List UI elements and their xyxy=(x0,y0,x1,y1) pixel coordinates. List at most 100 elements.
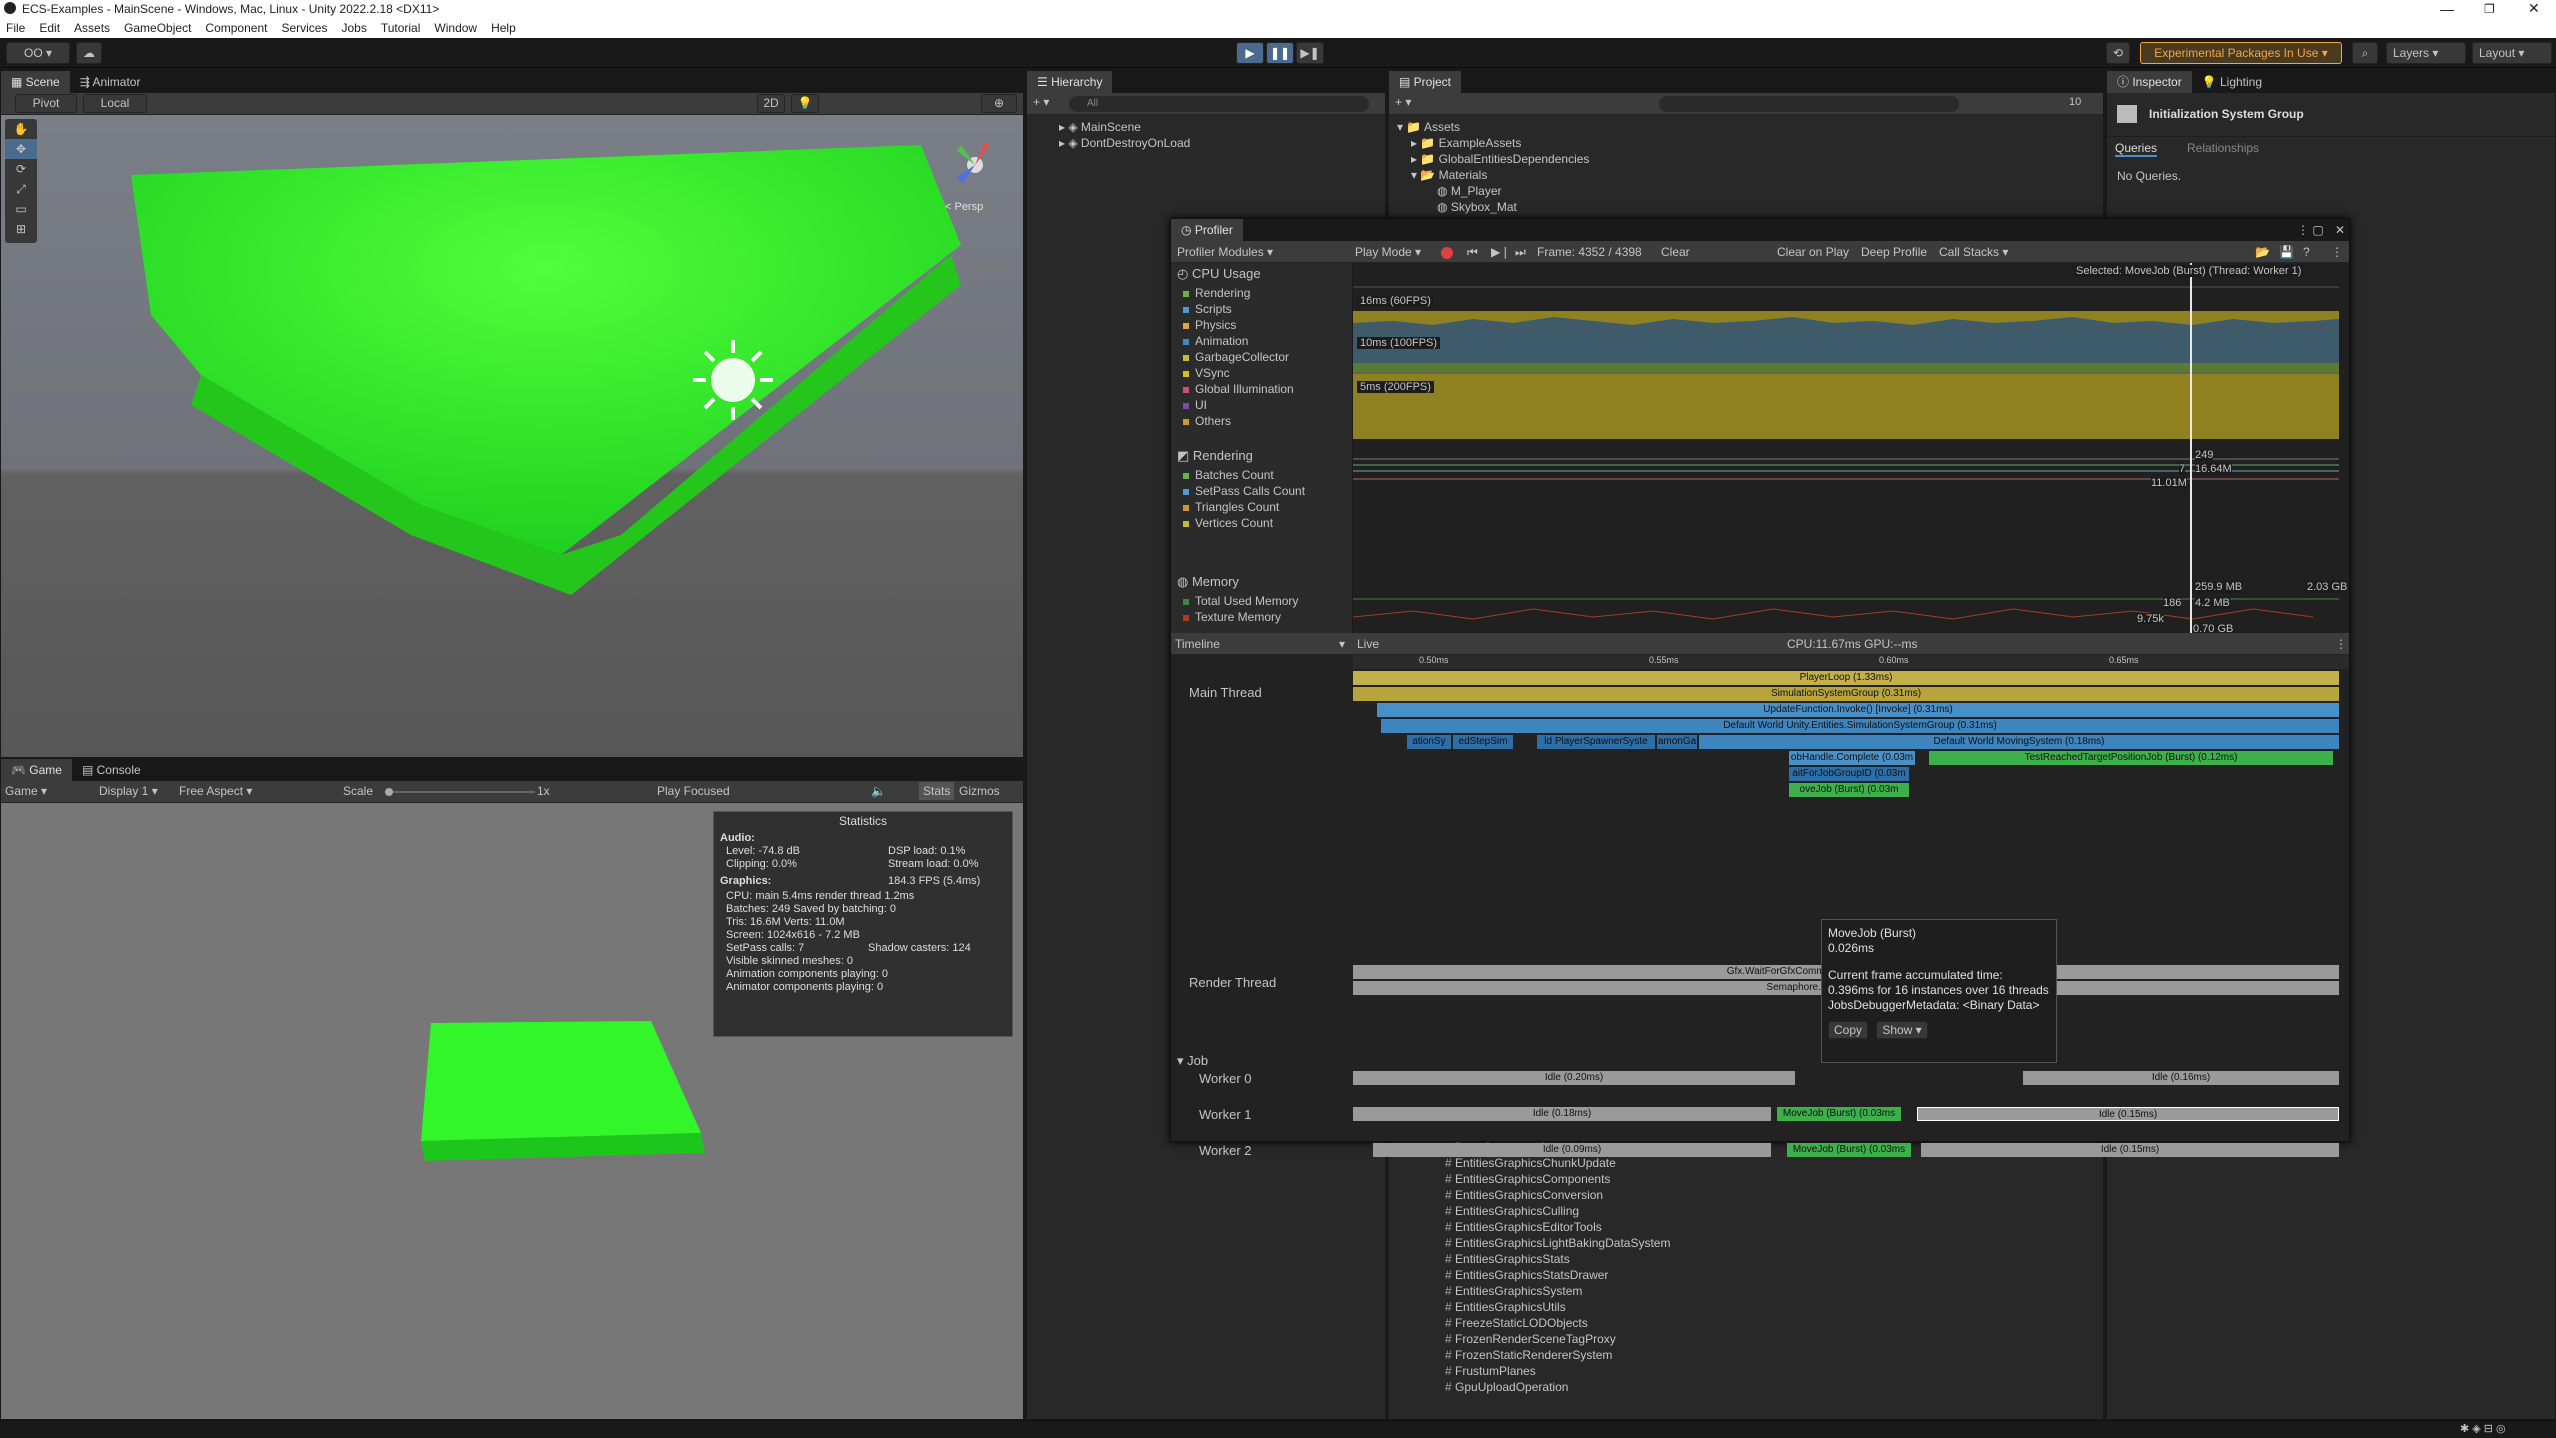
tree-assets[interactable]: ▾ 📁 Assets xyxy=(1389,119,2103,135)
project-file-item[interactable]: # FrozenRenderSceneTagProxy xyxy=(1445,1331,1845,1347)
step-button[interactable]: ▶❚ xyxy=(1296,42,1324,64)
bar-w1-move[interactable]: MoveJob (Burst) (0.03ms xyxy=(1777,1107,1901,1121)
bar-playerloop[interactable]: PlayerLoop (1.33ms) xyxy=(1353,671,2339,685)
job-group-label[interactable]: ▾ Job xyxy=(1177,1053,1208,1069)
tree-m-player[interactable]: ◍ M_Player xyxy=(1389,183,2103,199)
stats-toggle[interactable]: Stats xyxy=(919,782,955,800)
rotate-tool-icon[interactable]: ⟳ xyxy=(5,159,37,179)
move-tool-icon[interactable]: ✥ xyxy=(5,139,37,159)
tree-skybox[interactable]: ◍ Skybox_Mat xyxy=(1389,199,2103,215)
cpu-legend-item[interactable]: Animation xyxy=(1171,333,1352,349)
project-file-item[interactable]: # FrustumPlanes xyxy=(1445,1363,1845,1379)
timeline-view-dropdown[interactable]: Timeline xyxy=(1175,633,1220,655)
profiler-modules-dropdown[interactable]: Profiler Modules ▾ xyxy=(1177,241,1273,263)
play-button[interactable]: ▶ xyxy=(1236,42,1264,64)
tab-game[interactable]: 🎮 Game xyxy=(1,759,72,781)
project-file-item[interactable]: # EntitiesGraphicsComponents xyxy=(1445,1171,1845,1187)
next-frame-icon[interactable]: ▶❘ xyxy=(1491,241,1510,263)
bar-waitgroup[interactable]: aitForJobGroupID (0.03m xyxy=(1789,767,1909,781)
game-viewport[interactable]: Statistics Audio: Level: -74.8 dB DSP loa… xyxy=(1,803,1023,1419)
hand-tool-icon[interactable]: ✋ xyxy=(5,119,37,139)
persp-label[interactable]: < Persp xyxy=(945,201,983,213)
menu-item[interactable]: Services xyxy=(281,21,327,35)
history-icon[interactable]: ⟲ xyxy=(2106,42,2130,64)
save-icon[interactable]: 💾 xyxy=(2279,241,2294,263)
menu-item[interactable]: Window xyxy=(434,21,477,35)
clear-button[interactable]: Clear xyxy=(1661,241,1690,263)
project-file-item[interactable]: # GpuUploadOperation xyxy=(1445,1379,1845,1395)
memory-module-header[interactable]: ◍ Memory xyxy=(1171,571,1352,593)
tab-relationships[interactable]: Relationships xyxy=(2187,141,2259,155)
close-window-icon[interactable]: ✕ xyxy=(2528,0,2540,17)
cpu-legend-item[interactable]: Global Illumination xyxy=(1171,381,1352,397)
mute-audio-icon[interactable]: 🔈 xyxy=(871,784,886,798)
menu-item[interactable]: Help xyxy=(491,21,516,35)
project-file-item[interactable]: # EntitiesGraphicsStatsDrawer xyxy=(1445,1267,1845,1283)
minimize-icon[interactable]: — xyxy=(2440,0,2454,18)
tree-globalentities[interactable]: ▸ 📁 GlobalEntitiesDependencies xyxy=(1389,151,2103,167)
project-file-item[interactable]: # EntitiesGraphicsLightBakingDataSystem xyxy=(1445,1235,1845,1251)
layers-dropdown[interactable]: Layers ▾ xyxy=(2386,42,2466,64)
tab-lighting[interactable]: 💡 Lighting xyxy=(2192,71,2272,93)
project-file-item[interactable]: # EntitiesGraphicsCulling xyxy=(1445,1203,1845,1219)
pivot-dropdown[interactable]: Pivot xyxy=(15,94,77,113)
bar-fixedstep2[interactable]: edStepSim xyxy=(1453,735,1513,749)
local-dropdown[interactable]: Local xyxy=(83,94,147,113)
menu-item[interactable]: Tutorial xyxy=(381,21,421,35)
project-file-item[interactable]: # EntitiesGraphicsEditorTools xyxy=(1445,1219,1845,1235)
aspect-dropdown[interactable]: Free Aspect ▾ xyxy=(179,784,252,798)
tab-animator[interactable]: ⇶ Animator xyxy=(70,71,151,93)
menu-item[interactable]: Assets xyxy=(74,21,110,35)
hierarchy-item-mainscene[interactable]: ▸ ◈ MainScene xyxy=(1027,119,1385,135)
bar-w2-idle2[interactable]: Idle (0.15ms) xyxy=(1921,1143,2339,1157)
menu-item[interactable]: Jobs xyxy=(341,21,366,35)
gizmos-dropdown[interactable]: Gizmos xyxy=(959,784,1000,798)
timeline-body[interactable]: 0.50ms 0.55ms 0.60ms 0.65ms Main Thread … xyxy=(1171,655,2349,1158)
project-file-item[interactable]: # EntitiesGraphicsChunkUpdate xyxy=(1445,1155,1845,1171)
status-icons[interactable]: ✱ ◈ ⊟ ◎ xyxy=(2460,1422,2506,1435)
cpu-legend-item[interactable]: Rendering xyxy=(1171,285,1352,301)
rendering-legend-item[interactable]: Batches Count xyxy=(1171,467,1352,483)
menu-item[interactable]: GameObject xyxy=(124,21,191,35)
account-dropdown[interactable]: OO ▾ xyxy=(6,42,70,64)
rendering-legend-item[interactable]: Triangles Count xyxy=(1171,499,1352,515)
tab-hierarchy[interactable]: ☰ Hierarchy xyxy=(1027,71,1113,93)
clear-on-play-toggle[interactable]: Clear on Play xyxy=(1777,241,1849,263)
profiler-charts[interactable]: 16ms (60FPS) 10ms (100FPS) 5ms (200FPS) … xyxy=(1353,263,2349,635)
tree-exampleassets[interactable]: ▸ 📁 ExampleAssets xyxy=(1389,135,2103,151)
rendering-module-header[interactable]: ◩ Rendering xyxy=(1171,445,1352,467)
cloud-icon[interactable]: ☁ xyxy=(76,42,102,64)
playmode-dropdown[interactable]: Play Mode ▾ xyxy=(1355,241,1421,263)
help-icon[interactable]: ? xyxy=(2303,241,2310,263)
cpu-legend-item[interactable]: VSync xyxy=(1171,365,1352,381)
gizmo-toggle-icon[interactable]: ⊕ xyxy=(981,94,1017,113)
lighting-toggle-icon[interactable]: 💡 xyxy=(791,94,819,113)
project-file-item[interactable]: # FreezeStaticLODObjects xyxy=(1445,1315,1845,1331)
call-stacks-dropdown[interactable]: Call Stacks ▾ xyxy=(1939,241,2008,263)
bar-w1-idle1[interactable]: Idle (0.18ms) xyxy=(1353,1107,1771,1121)
hierarchy-search-input[interactable]: All xyxy=(1069,96,1369,112)
project-add-icon[interactable]: + ▾ xyxy=(1395,95,1411,109)
show-dropdown[interactable]: Show ▾ xyxy=(1876,1021,1928,1039)
bar-w0-idle2[interactable]: Idle (0.16ms) xyxy=(2023,1071,2339,1085)
menu-item[interactable]: Edit xyxy=(39,21,60,35)
project-search-input[interactable] xyxy=(1659,96,1959,112)
tab-inspector[interactable]: ⓘ Inspector xyxy=(2107,71,2192,93)
transform-tool-icon[interactable]: ⊞ xyxy=(5,219,37,239)
deep-profile-toggle[interactable]: Deep Profile xyxy=(1861,241,1927,263)
menu-item[interactable]: Component xyxy=(205,21,267,35)
bar-spawner[interactable]: ld PlayerSpawnerSyste xyxy=(1537,735,1655,749)
timeline-menu-icon[interactable]: ⋮ xyxy=(2335,633,2347,655)
add-icon[interactable]: + ▾ xyxy=(1033,95,1049,109)
cpu-usage-header[interactable]: ◴ CPU Usage xyxy=(1171,263,1352,285)
cpu-legend-item[interactable]: GarbageCollector xyxy=(1171,349,1352,365)
display-dropdown[interactable]: Display 1 ▾ xyxy=(99,784,158,798)
project-file-item[interactable]: # FrozenStaticRendererSystem xyxy=(1445,1347,1845,1363)
tab-scene[interactable]: ▦ Scene xyxy=(1,71,70,93)
experimental-packages-badge[interactable]: Experimental Packages In Use ▾ xyxy=(2140,42,2342,64)
bar-jobcomplete[interactable]: obHandle.Complete (0.03m xyxy=(1789,751,1915,765)
search-icon[interactable]: ⌕ xyxy=(2352,42,2378,64)
orientation-gizmo[interactable] xyxy=(945,135,1005,195)
hidden-packages-count[interactable]: 10 xyxy=(2069,96,2081,108)
rendering-legend-item[interactable]: SetPass Calls Count xyxy=(1171,483,1352,499)
